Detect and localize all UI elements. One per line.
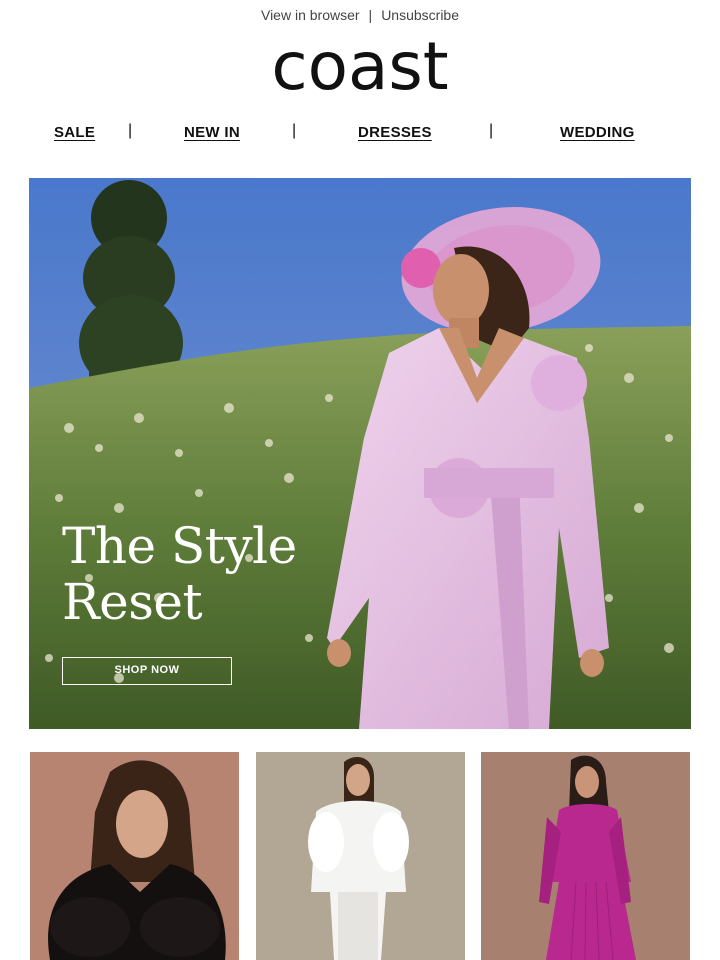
hero-title: The Style Reset <box>62 518 362 630</box>
hero-image <box>29 178 691 729</box>
nav-separator: | <box>128 122 133 139</box>
utility-separator: | <box>368 7 373 23</box>
product-image <box>30 752 239 960</box>
product-image <box>481 752 690 960</box>
unsubscribe-link[interactable]: Unsubscribe <box>381 7 459 23</box>
hero-title-line-1: The Style <box>62 517 297 575</box>
product-tile-fur-coat[interactable] <box>30 752 239 960</box>
shop-now-button[interactable]: SHOP NOW <box>62 657 232 685</box>
product-tile-magenta-dress[interactable] <box>481 752 690 960</box>
nav-item-new-in[interactable]: NEW IN <box>184 124 240 141</box>
nav-separator: | <box>489 122 494 139</box>
hero-banner[interactable]: The Style Reset SHOP NOW <box>29 178 691 729</box>
brand-logo[interactable]: coast <box>0 32 720 102</box>
nav-item-dresses[interactable]: DRESSES <box>358 124 432 141</box>
nav-item-wedding[interactable]: WEDDING <box>560 124 635 141</box>
product-tile-white-fur[interactable] <box>256 752 465 960</box>
view-in-browser-link[interactable]: View in browser <box>261 7 360 23</box>
main-nav: SALE | NEW IN | DRESSES | WEDDING <box>0 118 720 148</box>
hero-title-line-2: Reset <box>62 573 203 631</box>
nav-separator: | <box>292 122 297 139</box>
product-image <box>256 752 465 960</box>
nav-item-sale[interactable]: SALE <box>54 124 95 141</box>
utility-bar: View in browser | Unsubscribe <box>0 0 720 30</box>
